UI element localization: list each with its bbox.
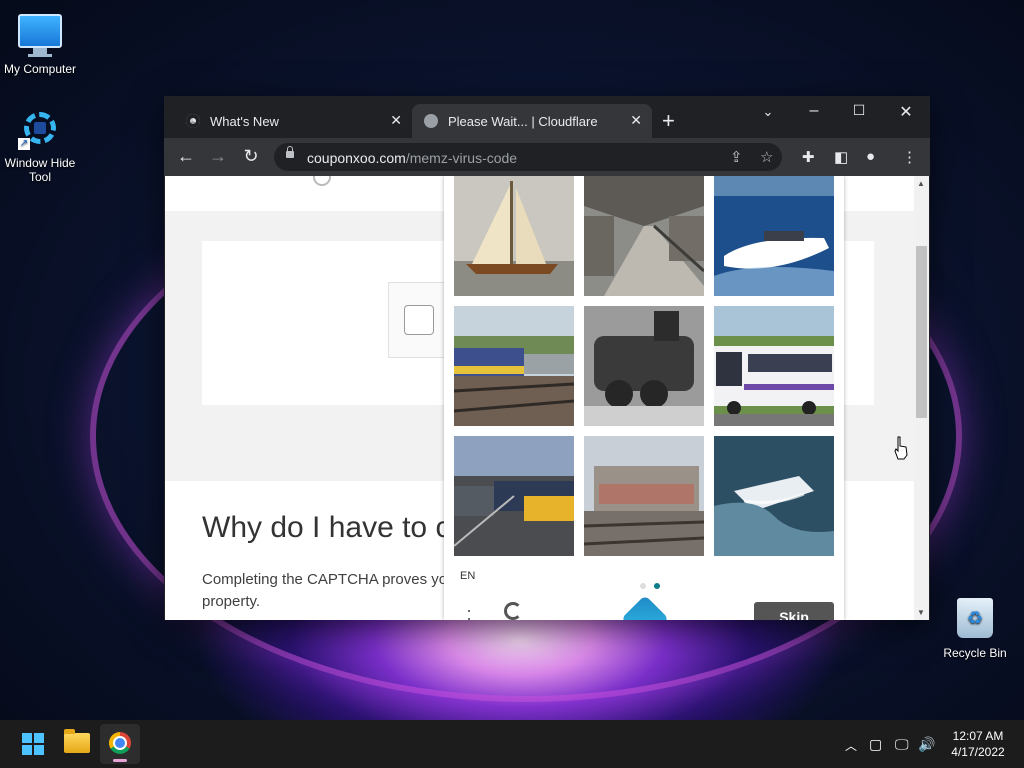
menu-dots-icon[interactable]: ··· [466, 601, 472, 620]
scroll-thumb[interactable] [916, 246, 927, 418]
back-button[interactable]: ← [176, 146, 196, 166]
desktop-icon-label: Window Hide Tool [4, 156, 76, 184]
minimize-button[interactable]: – [799, 102, 829, 120]
pagination-dots [636, 576, 664, 594]
captcha-footer: ··· Skip [444, 594, 844, 620]
language-selector[interactable]: EN [460, 570, 475, 582]
tab-strip: What's New ✕ Please Wait... | Cloudflare… [164, 96, 930, 138]
profile-icon[interactable]: ● [866, 148, 875, 165]
chrome-icon [109, 732, 131, 754]
file-explorer-icon[interactable] [64, 729, 90, 753]
tab-whats-new[interactable]: What's New ✕ [174, 104, 412, 138]
captcha-checkbox[interactable] [404, 305, 434, 335]
reload-button[interactable]: ↻ [241, 146, 261, 166]
computer-icon [18, 14, 62, 58]
volume-icon[interactable]: 🔊 [918, 736, 935, 753]
refresh-icon[interactable] [504, 602, 522, 620]
hand-cursor-icon [894, 436, 908, 460]
chrome-favicon-icon [186, 114, 200, 128]
tab-search-icon[interactable]: ⌄ [753, 104, 783, 120]
url-path: /memz-virus-code [405, 150, 518, 166]
page-scrollbar[interactable]: ▲ ▼ [914, 176, 929, 620]
url-domain: couponxoo.com [307, 150, 406, 166]
close-tab-icon[interactable]: ✕ [390, 112, 402, 129]
browser-window: What's New ✕ Please Wait... | Cloudflare… [164, 96, 930, 620]
recycle-bin-icon: ♻ [953, 598, 997, 642]
maximize-button[interactable]: ☐ [844, 102, 874, 119]
system-clock[interactable]: 12:07 AM 4/17/2022 [942, 728, 1014, 760]
browser-toolbar: ← → ↻ couponxoo.com/memz-virus-code ⇪ ☆ … [164, 138, 930, 176]
new-tab-button[interactable]: + [662, 110, 675, 132]
share-icon[interactable]: ⇪ [730, 148, 743, 166]
desktop-icon-label: Recycle Bin [943, 646, 1007, 660]
captcha-tile-speedboat-wake[interactable] [714, 436, 834, 556]
desktop-icon-recycle-bin[interactable]: ♻ Recycle Bin [935, 596, 1015, 660]
globe-favicon-icon [424, 114, 438, 128]
taskbar: ︿ ▢ 🖵 🔊 12:07 AM 4/17/2022 [0, 720, 1024, 768]
network-icon[interactable]: 🖵 [895, 736, 909, 753]
tab-title: What's New [210, 113, 279, 129]
captcha-tile-steam-locomotive[interactable] [584, 306, 704, 426]
tab-title: Please Wait... | Cloudflare [448, 113, 598, 129]
clock-date: 4/17/2022 [951, 745, 1005, 759]
desktop-icon-label: My Computer [3, 62, 77, 76]
url-text: couponxoo.com/memz-virus-code [307, 150, 517, 166]
captcha-tile-sailboat[interactable] [454, 176, 574, 296]
extensions-puzzle-icon[interactable]: ✚ [802, 148, 815, 166]
captcha-tile-commuter-train[interactable] [454, 306, 574, 426]
menu-kebab-icon[interactable]: ⋮ [902, 148, 917, 166]
forward-button[interactable]: → [208, 146, 228, 166]
page-dot-active [654, 583, 660, 589]
tray-chevron-up-icon[interactable]: ︿ [845, 737, 857, 754]
captcha-tile-speedboat[interactable] [714, 176, 834, 296]
close-tab-icon[interactable]: ✕ [630, 112, 642, 129]
address-bar[interactable]: couponxoo.com/memz-virus-code ⇪ ☆ [274, 143, 782, 171]
scroll-down-arrow-icon[interactable]: ▼ [917, 608, 925, 617]
hcaptcha-logo-icon [620, 594, 670, 620]
windows-start-icon[interactable] [22, 733, 44, 755]
why-paragraph-line1: Completing the CAPTCHA proves yo [202, 571, 448, 588]
bookmark-star-icon[interactable]: ☆ [760, 148, 773, 166]
active-app-indicator [113, 759, 127, 762]
tab-cloudflare[interactable]: Please Wait... | Cloudflare ✕ [412, 104, 652, 138]
skip-button[interactable]: Skip [754, 602, 834, 620]
captcha-tile-train-platform[interactable] [584, 176, 704, 296]
chrome-taskbar-button[interactable] [100, 724, 140, 764]
desktop-icon-my-computer[interactable]: My Computer [0, 10, 80, 76]
scroll-up-arrow-icon[interactable]: ▲ [917, 179, 925, 188]
window-hide-tool-icon: ↗ [18, 108, 62, 152]
captcha-challenge-panel: EN ··· Skip [444, 176, 844, 620]
captcha-tile-trains-in-yard[interactable] [454, 436, 574, 556]
lock-icon[interactable] [286, 146, 294, 158]
desktop-icon-window-hide-tool[interactable]: ↗ Window Hide Tool [0, 106, 80, 184]
why-heading: Why do I have to c [202, 511, 451, 544]
page-viewport: Why do I have to c Completing the CAPTCH… [165, 176, 929, 620]
side-panel-icon[interactable]: ◧ [834, 148, 848, 166]
page-dot [640, 583, 646, 589]
why-paragraph-line2: property. [202, 593, 261, 610]
captcha-tile-city-bus[interactable] [714, 306, 834, 426]
tray-app-icon[interactable]: ▢ [869, 736, 882, 753]
close-window-button[interactable]: ✕ [891, 102, 921, 122]
captcha-tile-graffiti-train[interactable] [584, 436, 704, 556]
clock-time: 12:07 AM [952, 729, 1004, 743]
